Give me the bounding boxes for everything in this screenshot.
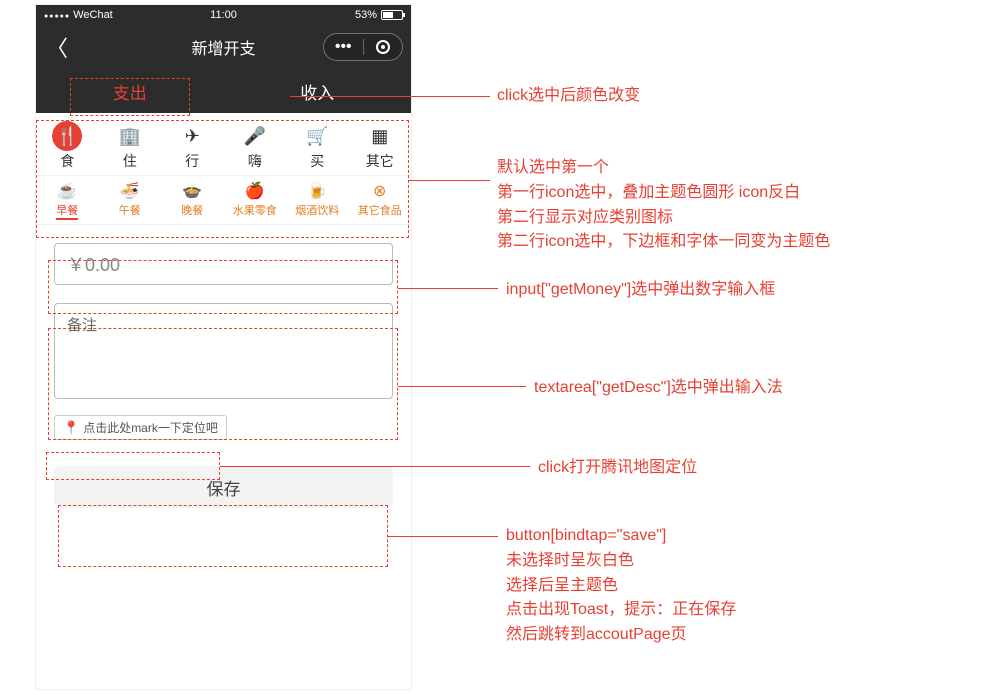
cat1-other-label: 其它 bbox=[366, 151, 394, 171]
type-tabs: 支出 收入 bbox=[36, 69, 411, 113]
annotation-text-3: input["getMoney"]选中弹出数字输入框 bbox=[506, 278, 775, 303]
desc-textarea[interactable]: 备注 bbox=[54, 303, 393, 399]
mic-icon: 🎤 bbox=[240, 121, 270, 151]
miniprogram-capsule[interactable]: ••• bbox=[323, 33, 403, 61]
cart-icon: 🛒 bbox=[302, 121, 332, 151]
apple-icon: 🍎 bbox=[244, 180, 266, 202]
annotation-text-5: click打开腾讯地图定位 bbox=[538, 456, 697, 481]
cat2-breakfast[interactable]: ☕ 早餐 bbox=[36, 175, 99, 224]
location-button[interactable]: 📍 点击此处mark一下定位吧 bbox=[54, 415, 227, 440]
desc-placeholder: 备注 bbox=[67, 317, 97, 334]
category-row-2: ☕ 早餐 🍜 午餐 🍲 晚餐 🍎 水果零食 🍺 烟酒饮料 ⊗ 其它食品 bbox=[36, 175, 411, 224]
annotation-text-6: button[bindtap="save"] 未选择时呈灰白色 选择后呈主题色 … bbox=[506, 524, 736, 648]
back-button[interactable]: 〈 bbox=[42, 25, 72, 69]
cat2-lunch[interactable]: 🍜 午餐 bbox=[99, 175, 162, 224]
target-icon bbox=[376, 40, 390, 54]
money-input[interactable]: ￥0.00 bbox=[54, 243, 393, 285]
cat2-dinner[interactable]: 🍲 晚餐 bbox=[161, 175, 224, 224]
chevron-left-icon: 〈 bbox=[46, 31, 68, 63]
phone-frame: WeChat 11:00 53% 〈 新增开支 ••• 支出 收入 bbox=[36, 5, 411, 689]
location-pin-icon: 📍 bbox=[63, 420, 79, 436]
tab-expense-label: 支出 bbox=[113, 79, 147, 104]
cat1-other[interactable]: ▦ 其它 bbox=[349, 113, 412, 175]
cat2-breakfast-label: 早餐 bbox=[56, 202, 78, 220]
category-panel: 🍴 食 🏢 住 ✈ 行 🎤 嗨 🛒 买 ▦ 其它 bbox=[36, 113, 411, 225]
annotation-line-3 bbox=[398, 288, 498, 289]
cat1-housing-label: 住 bbox=[123, 151, 137, 171]
cat1-fun[interactable]: 🎤 嗨 bbox=[224, 113, 287, 175]
annotation-text-1: click选中后颜色改变 bbox=[497, 84, 640, 109]
cat1-travel[interactable]: ✈ 行 bbox=[161, 113, 224, 175]
coffee-icon: ☕ bbox=[56, 180, 78, 202]
save-label: 保存 bbox=[207, 475, 241, 500]
cat1-shopping[interactable]: 🛒 买 bbox=[286, 113, 349, 175]
save-button[interactable]: 保存 bbox=[54, 466, 393, 508]
battery-icon bbox=[381, 10, 403, 20]
capsule-menu-button[interactable]: ••• bbox=[324, 38, 363, 56]
cat2-fruit-label: 水果零食 bbox=[233, 202, 277, 218]
capsule-close-button[interactable] bbox=[364, 40, 403, 54]
page-title: 新增开支 bbox=[191, 35, 255, 59]
cat2-other-food[interactable]: ⊗ 其它食品 bbox=[349, 175, 412, 224]
cat2-other-food-label: 其它食品 bbox=[358, 202, 402, 218]
grid-icon: ▦ bbox=[365, 121, 395, 151]
tab-expense[interactable]: 支出 bbox=[36, 69, 224, 113]
cat1-fun-label: 嗨 bbox=[248, 151, 262, 171]
plane-icon: ✈ bbox=[177, 121, 207, 151]
noodle-icon: 🍜 bbox=[119, 180, 141, 202]
cat2-lunch-label: 午餐 bbox=[119, 202, 141, 218]
cat1-travel-label: 行 bbox=[185, 151, 199, 171]
cat1-food[interactable]: 🍴 食 bbox=[36, 113, 99, 175]
cat1-housing[interactable]: 🏢 住 bbox=[99, 113, 162, 175]
money-placeholder: ￥0.00 bbox=[67, 251, 120, 277]
cat2-drinks[interactable]: 🍺 烟酒饮料 bbox=[286, 175, 349, 224]
tab-income-label: 收入 bbox=[300, 79, 334, 104]
location-hint: 点击此处mark一下定位吧 bbox=[83, 419, 218, 436]
cat1-shopping-label: 买 bbox=[310, 151, 324, 171]
annotation-line-4 bbox=[398, 386, 526, 387]
beer-icon: 🍺 bbox=[306, 180, 328, 202]
form-area: ￥0.00 备注 📍 点击此处mark一下定位吧 保存 bbox=[36, 225, 411, 526]
building-icon: 🏢 bbox=[115, 121, 145, 151]
status-bar: WeChat 11:00 53% bbox=[36, 5, 411, 25]
cat1-food-label: 食 bbox=[60, 151, 74, 171]
tab-income[interactable]: 收入 bbox=[224, 69, 412, 113]
cat2-fruit[interactable]: 🍎 水果零食 bbox=[224, 175, 287, 224]
annotation-line-2 bbox=[409, 180, 490, 181]
ellipsis-icon: ••• bbox=[335, 38, 352, 56]
cat2-dinner-label: 晚餐 bbox=[181, 202, 203, 218]
utensils-icon: 🍴 bbox=[52, 121, 82, 151]
annotation-text-4: textarea["getDesc"]选中弹出输入法 bbox=[534, 376, 783, 401]
other-icon: ⊗ bbox=[369, 180, 391, 202]
category-row-1: 🍴 食 🏢 住 ✈ 行 🎤 嗨 🛒 买 ▦ 其它 bbox=[36, 113, 411, 175]
status-time: 11:00 bbox=[36, 9, 411, 21]
cat2-drinks-label: 烟酒饮料 bbox=[295, 202, 339, 218]
nav-bar: 〈 新增开支 ••• bbox=[36, 25, 411, 69]
annotation-text-2: 默认选中第一个 第一行icon选中，叠加主题色圆形 icon反白 第二行显示对应… bbox=[497, 156, 830, 255]
pot-icon: 🍲 bbox=[181, 180, 203, 202]
